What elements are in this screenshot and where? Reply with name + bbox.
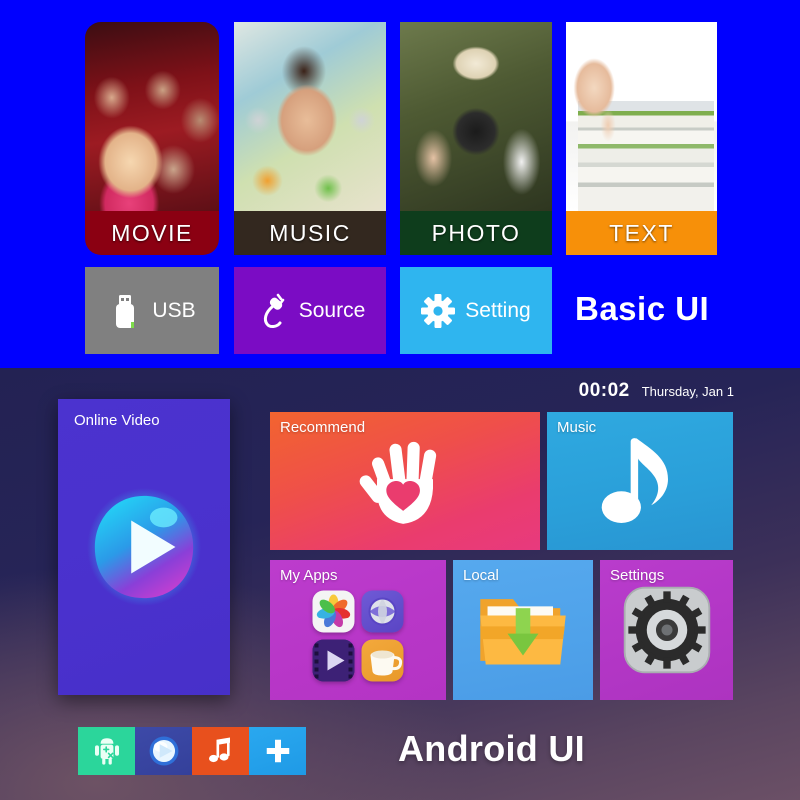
- music-thumbnail: [234, 22, 386, 211]
- photo-thumbnail: [400, 22, 552, 211]
- taskbar: [78, 727, 306, 775]
- online-video-label: Online Video: [74, 412, 160, 429]
- tile-label: My Apps: [280, 567, 338, 584]
- action-tile-source[interactable]: Source: [234, 267, 386, 354]
- media-tile-label: MOVIE: [85, 211, 219, 255]
- folder-download-icon: [453, 560, 593, 700]
- action-tile-label: Setting: [465, 298, 531, 322]
- basic-ui-screen: MOVIE MUSIC PHOTO TEXT USB Source Settin…: [0, 0, 800, 368]
- photos-icon[interactable]: [312, 590, 355, 633]
- browser-globe-icon[interactable]: [361, 590, 404, 633]
- android-ui-title: Android UI: [398, 728, 585, 769]
- text-thumbnail: [566, 22, 717, 211]
- clock-date: Thursday, Jan 1: [641, 384, 734, 399]
- media-player-icon[interactable]: [135, 727, 192, 775]
- basic-ui-title: Basic UI: [575, 290, 710, 327]
- action-tile-label: USB: [152, 298, 196, 322]
- music-note-icon: [547, 412, 733, 550]
- action-tile-usb[interactable]: USB: [85, 267, 219, 354]
- play-button-icon[interactable]: [85, 486, 203, 608]
- add-plus-icon[interactable]: [249, 727, 306, 775]
- tile-music[interactable]: Music: [547, 412, 733, 550]
- video-player-icon[interactable]: [312, 639, 355, 682]
- action-tile-setting[interactable]: Setting: [400, 267, 552, 354]
- status-bar: 00:02 Thursday, Jan 1: [579, 380, 734, 402]
- gear-icon: [421, 292, 456, 330]
- tile-settings[interactable]: Settings: [600, 560, 733, 700]
- power-plug-icon: [255, 292, 289, 330]
- media-tile-photo[interactable]: PHOTO: [400, 22, 552, 255]
- android-apps-icon[interactable]: [78, 727, 135, 775]
- media-tile-movie[interactable]: MOVIE: [85, 22, 219, 255]
- action-tile-label: Source: [298, 298, 366, 322]
- media-tile-label: PHOTO: [400, 211, 552, 255]
- coffee-cup-icon[interactable]: [361, 639, 404, 682]
- basic-ui-media-row: MOVIE MUSIC PHOTO TEXT: [85, 22, 717, 255]
- tile-my-apps[interactable]: My Apps: [270, 560, 446, 700]
- app-grid-icon: [312, 590, 404, 682]
- media-tile-label: TEXT: [566, 211, 717, 255]
- online-video-panel[interactable]: Online Video: [58, 399, 230, 695]
- music-note-icon[interactable]: [192, 727, 249, 775]
- movie-thumbnail: [85, 22, 219, 211]
- tile-recommend[interactable]: Recommend: [270, 412, 540, 550]
- media-tile-text[interactable]: TEXT: [566, 22, 717, 255]
- hand-heart-icon: [270, 412, 540, 550]
- tile-local[interactable]: Local: [453, 560, 593, 700]
- clock-time: 00:02: [578, 380, 630, 401]
- media-tile-music[interactable]: MUSIC: [234, 22, 386, 255]
- gear-icon: [600, 560, 733, 700]
- usb-drive-icon: [108, 292, 142, 330]
- media-tile-label: MUSIC: [234, 211, 386, 255]
